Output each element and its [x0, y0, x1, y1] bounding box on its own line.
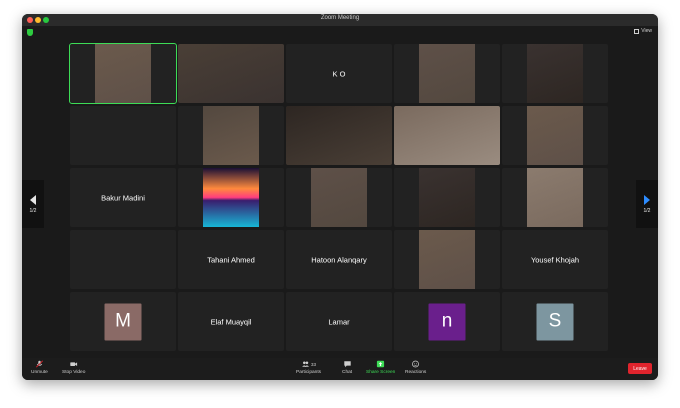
participant-video-feed [394, 106, 500, 165]
participant-name: Elaf Muayqil [210, 317, 252, 326]
reactions-button[interactable]: Reactions [405, 360, 426, 375]
chat-button[interactable]: Chat [342, 360, 352, 375]
title-bar: Zoom Meeting [22, 14, 658, 26]
share-screen-button[interactable]: Share Screen [366, 360, 395, 375]
window-title: Zoom Meeting [320, 15, 360, 21]
participants-icon [302, 361, 310, 367]
participant-tile[interactable] [178, 44, 284, 103]
stop-video-button[interactable]: Stop Video [62, 360, 85, 375]
zoom-window: Zoom Meeting View K O Bakur Madini Tahani … [22, 14, 658, 380]
participant-tile[interactable]: Tahani Ahmed [178, 230, 284, 289]
participant-name: Hatoon Alanqary [311, 255, 367, 264]
participant-video-feed [527, 168, 583, 227]
arrow-left-icon [30, 194, 36, 205]
participant-profile-image [203, 168, 259, 227]
unmute-label: Unmute [31, 370, 48, 375]
chat-bubble-icon [343, 361, 351, 368]
grid-view-icon [634, 28, 640, 34]
participant-name: Yousef Khojah [530, 255, 580, 264]
participant-video-feed [311, 168, 367, 227]
previous-page-button[interactable]: 1/2 [22, 180, 44, 228]
microphone-muted-icon [35, 360, 43, 368]
participant-tile[interactable] [178, 168, 284, 227]
participant-video-feed [203, 106, 259, 165]
stop-video-label: Stop Video [62, 370, 86, 375]
participant-tile[interactable]: Yousef Khojah [502, 230, 608, 289]
participant-tile[interactable]: Hatoon Alanqary [286, 230, 392, 289]
participant-avatar: M [104, 303, 142, 340]
participant-name: Bakur Madini [101, 193, 145, 202]
participant-tile[interactable] [502, 44, 608, 103]
participant-tile[interactable] [286, 106, 392, 165]
participant-tile[interactable]: Lamar [286, 292, 392, 351]
participant-avatar: S [536, 303, 574, 340]
leave-meeting-button[interactable]: Leave [628, 363, 652, 374]
page-indicator-right: 1/2 [643, 207, 651, 214]
participant-video-feed [95, 44, 151, 103]
participant-tile[interactable]: n [394, 292, 500, 351]
view-label: View [641, 28, 652, 34]
participant-tile[interactable] [394, 44, 500, 103]
participant-video-feed [419, 168, 475, 227]
participant-video-feed [286, 106, 392, 165]
participant-name: K O [332, 69, 346, 78]
arrow-right-icon [644, 194, 650, 205]
participants-icon-group: 33 [301, 360, 316, 368]
participant-tile[interactable] [394, 106, 500, 165]
reactions-label: Reactions [405, 370, 427, 375]
participant-tile[interactable] [502, 168, 608, 227]
participant-tile[interactable]: K O [286, 44, 392, 103]
participant-tile[interactable]: Bakur Madini [70, 168, 176, 227]
view-button[interactable]: View [634, 28, 652, 34]
participant-tile[interactable] [394, 168, 500, 227]
participant-tile[interactable] [70, 230, 176, 289]
participants-button[interactable]: 33 Participants [296, 360, 322, 376]
participant-tile[interactable]: S [502, 292, 608, 351]
smiley-reaction-icon [412, 360, 420, 368]
participant-tile[interactable]: Elaf Muayqil [178, 292, 284, 351]
participants-count: 33 [311, 361, 317, 367]
meeting-toolbar: Unmute Stop Video 33 Participants Chat S… [22, 358, 658, 380]
chat-label: Chat [342, 370, 353, 375]
participant-name: Lamar [328, 317, 350, 326]
participant-tile[interactable]: M [70, 292, 176, 351]
participant-tile[interactable] [286, 168, 392, 227]
participant-tile[interactable] [70, 106, 176, 165]
next-page-button[interactable]: 1/2 [636, 180, 658, 228]
participant-tile[interactable] [394, 230, 500, 289]
unmute-button[interactable]: Unmute [31, 360, 48, 375]
share-screen-label: Share Screen [366, 370, 396, 375]
participants-label: Participants [296, 370, 322, 375]
participant-video-feed [178, 44, 284, 103]
participant-video-feed [527, 106, 583, 165]
participant-name: Tahani Ahmed [207, 255, 255, 264]
video-camera-icon [70, 362, 78, 366]
participant-video-feed [419, 230, 475, 289]
security-shield-icon[interactable] [27, 29, 33, 36]
page-indicator-left: 1/2 [29, 207, 37, 214]
participant-tile[interactable] [178, 106, 284, 165]
participant-video-feed [419, 44, 475, 103]
participant-tile[interactable] [69, 43, 177, 104]
participant-avatar: n [428, 303, 466, 340]
participant-tile[interactable] [502, 106, 608, 165]
share-screen-icon [377, 360, 385, 368]
participant-video-feed [527, 44, 583, 103]
